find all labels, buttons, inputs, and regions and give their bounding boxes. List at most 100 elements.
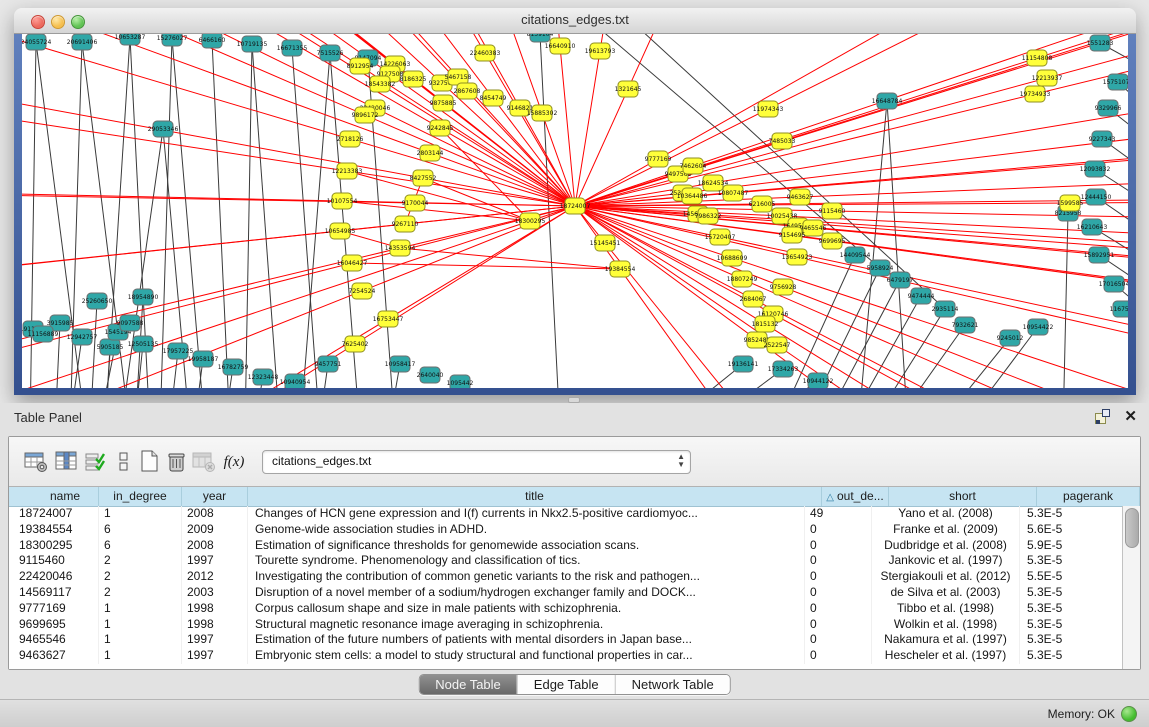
table-cell[interactable]: 2 <box>99 569 182 585</box>
table-cell[interactable]: Estimation of significance thresholds fo… <box>248 538 805 554</box>
graph-node[interactable]: 10954422 <box>1023 319 1054 335</box>
graph-edge-black[interactable] <box>1063 213 1068 388</box>
table-cell[interactable]: 1997 <box>182 553 248 569</box>
graph-node[interactable]: 1551283 <box>1087 35 1114 51</box>
table-cell[interactable]: 5.3E-5 <box>1020 506 1123 522</box>
table-row[interactable]: 1872400712008Changes of HCN gene express… <box>9 506 1123 522</box>
graph-edge-black[interactable] <box>935 338 1010 388</box>
graph-node[interactable]: 2867608 <box>454 83 481 99</box>
table-cell[interactable]: Structural magnetic resonance image aver… <box>248 617 805 633</box>
table-cell[interactable]: 9465546 <box>9 632 99 648</box>
table-cell[interactable]: 6 <box>99 522 182 538</box>
table-cell[interactable]: 5.3E-5 <box>1020 617 1123 633</box>
graph-node[interactable]: 7625402 <box>342 336 369 352</box>
graph-node[interactable]: 12942757 <box>67 329 98 345</box>
table-cell[interactable]: Dudbridge et al. (2008) <box>872 538 1020 554</box>
delete-column-icon[interactable] <box>191 449 217 475</box>
graph-node[interactable]: 19136141 <box>728 356 759 372</box>
graph-node[interactable]: 15720407 <box>705 229 736 245</box>
table-cell[interactable]: 18300295 <box>9 538 99 554</box>
graph-node[interactable]: 24055724 <box>22 34 51 50</box>
network-canvas[interactable]: 2405572420691406106532871527602764661601… <box>22 34 1128 388</box>
graph-node[interactable]: 12505135 <box>128 336 159 352</box>
graph-node[interactable]: 15145451 <box>590 235 621 251</box>
graph-node[interactable]: 9115460 <box>819 203 846 219</box>
table-settings-icon[interactable] <box>23 449 49 475</box>
table-cell[interactable]: 49 <box>805 506 872 522</box>
graph-node[interactable]: 9267110 <box>392 216 419 232</box>
row-height-icon[interactable] <box>111 449 137 475</box>
graph-node[interactable]: 15276027 <box>157 34 188 46</box>
table-cell[interactable]: Investigating the contribution of common… <box>248 569 805 585</box>
graph-node[interactable]: 1321645 <box>615 81 642 97</box>
table-cell[interactable]: 1998 <box>182 617 248 633</box>
table-cell[interactable]: Disruption of a novel member of a sodium… <box>248 585 805 601</box>
graph-edge-red[interactable] <box>575 206 1128 388</box>
table-cell[interactable]: 1 <box>99 617 182 633</box>
graph-node[interactable]: 10654985 <box>325 223 356 239</box>
tab-network-table[interactable]: Network Table <box>615 675 730 694</box>
graph-node[interactable]: 2684067 <box>740 291 767 307</box>
graph-node[interactable]: 16782759 <box>218 359 249 375</box>
graph-node[interactable]: 7485033 <box>769 133 796 149</box>
column-header-title[interactable]: title <box>248 487 822 506</box>
graph-node[interactable]: 7462604 <box>680 158 707 174</box>
table-cell[interactable]: 1997 <box>182 648 248 664</box>
graph-edge-red[interactable] <box>347 171 530 221</box>
graph-node[interactable]: 8427552 <box>410 170 437 186</box>
table-cell[interactable]: 5.3E-5 <box>1020 632 1123 648</box>
graph-edge-black[interactable] <box>252 44 280 388</box>
graph-node[interactable]: 15892951 <box>1084 247 1115 263</box>
graph-node[interactable]: 12213383 <box>332 163 363 179</box>
graph-node[interactable]: 18807249 <box>727 271 758 287</box>
table-select-dropdown[interactable]: citations_edges.txt ▲▼ <box>262 450 691 474</box>
graph-node[interactable]: 9329966 <box>1095 100 1122 116</box>
graph-node[interactable]: 22460383 <box>470 45 501 61</box>
graph-edge-red[interactable] <box>423 178 530 221</box>
table-cell[interactable]: 22420046 <box>9 569 99 585</box>
memory-ok-indicator-icon[interactable] <box>1121 706 1137 722</box>
table-cell[interactable]: 2012 <box>182 569 248 585</box>
table-cell[interactable]: 1 <box>99 506 182 522</box>
table-cell[interactable]: 2008 <box>182 538 248 554</box>
graph-node[interactable]: 10688609 <box>717 250 748 266</box>
graph-node[interactable]: 9170044 <box>402 195 429 211</box>
graph-edge-black[interactable] <box>212 40 230 388</box>
table-cell[interactable]: Estimation of the future numbers of pati… <box>248 632 805 648</box>
graph-node[interactable]: 1167530 <box>1110 301 1128 317</box>
graph-node[interactable]: 1599585 <box>1057 195 1084 211</box>
column-header-year[interactable]: year <box>182 487 248 506</box>
float-panel-icon[interactable] <box>1095 409 1110 424</box>
graph-node[interactable]: 2640040 <box>417 367 444 383</box>
column-header-pagerank[interactable]: pagerank <box>1037 487 1140 506</box>
table-cell[interactable]: Jankovic et al. (1997) <box>872 553 1020 569</box>
select-all-rows-icon[interactable] <box>83 449 109 475</box>
graph-node[interactable]: 6479197 <box>887 272 914 288</box>
graph-node[interactable]: 8454749 <box>480 90 507 106</box>
table-row[interactable]: 911546021997Tourette syndrome. Phenomeno… <box>9 553 1123 569</box>
table-row[interactable]: 2242004622012Investigating the contribut… <box>9 569 1123 585</box>
delete-table-icon[interactable] <box>164 449 190 475</box>
graph-node[interactable]: 12323448 <box>248 369 279 385</box>
graph-node[interactable]: 8139104 <box>527 34 554 42</box>
table-row[interactable]: 1830029562008Estimation of significance … <box>9 538 1123 554</box>
graph-node[interactable]: 19734933 <box>1020 86 1051 102</box>
table-cell[interactable]: 0 <box>805 553 872 569</box>
graph-node[interactable]: 14409544 <box>840 247 871 263</box>
table-cell[interactable]: 2009 <box>182 522 248 538</box>
table-cell[interactable]: Changes of HCN gene expression and I(f) … <box>248 506 805 522</box>
graph-node[interactable]: 7254524 <box>349 283 376 299</box>
table-cell[interactable]: 1 <box>99 632 182 648</box>
table-cell[interactable]: Yano et al. (2008) <box>872 506 1020 522</box>
table-cell[interactable]: 18724007 <box>9 506 99 522</box>
column-header-short[interactable]: short <box>889 487 1037 506</box>
graph-edge-red[interactable] <box>400 248 620 269</box>
table-cell[interactable]: 1997 <box>182 632 248 648</box>
table-cell[interactable]: Tourette syndrome. Phenomenology and cla… <box>248 553 805 569</box>
graph-node[interactable]: 25260650 <box>82 293 113 309</box>
graph-node[interactable]: 9699695 <box>819 233 846 249</box>
graph-node[interactable]: 9154695 <box>779 227 806 243</box>
table-cell[interactable]: 2003 <box>182 585 248 601</box>
table-cell[interactable]: 9699695 <box>9 617 99 633</box>
graph-edge-black[interactable] <box>820 280 900 388</box>
